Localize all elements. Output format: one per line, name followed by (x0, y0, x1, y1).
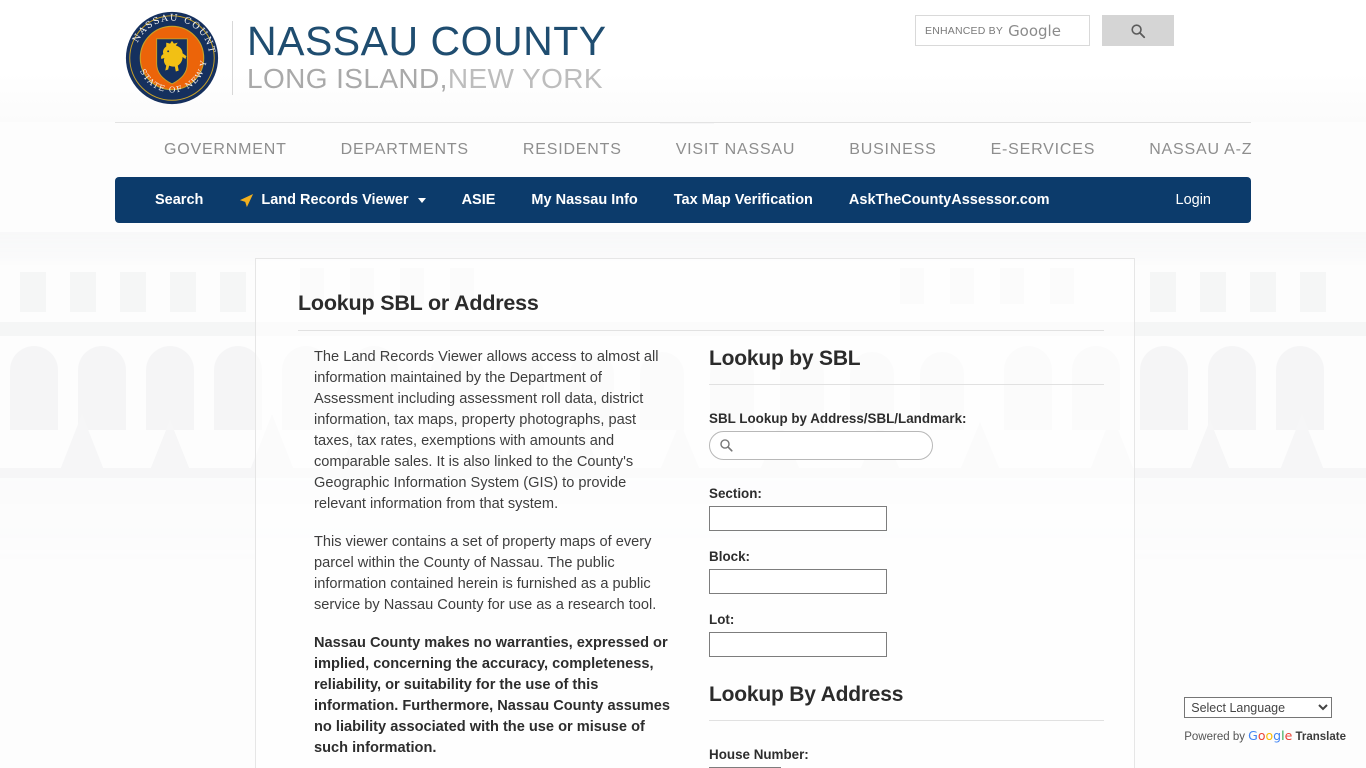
utility-item-search-label: Search (155, 192, 204, 208)
block-input[interactable] (709, 569, 888, 594)
sbl-lookup-searchbox[interactable] (709, 431, 934, 460)
utility-item-tax-map-verification[interactable]: Tax Map Verification (656, 192, 831, 208)
house-number-label: House Number: (709, 747, 809, 762)
site-subtitle: LONG ISLAND,NEW YORK (247, 63, 607, 95)
utility-item-asie[interactable]: ASIE (444, 192, 514, 208)
powered-by-google-translate: Powered by Google Translate (1184, 728, 1346, 743)
utility-item-land-records-viewer-label: Land Records Viewer (261, 192, 409, 208)
google-search-button[interactable] (1102, 15, 1174, 46)
search-icon (1131, 23, 1146, 38)
content-columns: The Land Records Viewer allows access to… (286, 347, 1104, 768)
utility-item-my-nassau-info-label: My Nassau Info (531, 192, 638, 208)
nav-item-nassau-a-z[interactable]: NASSAU A-Z (1122, 141, 1279, 159)
translate-label: Translate (1295, 731, 1347, 743)
utility-nav: Search Land Records Viewer ASIE My Nassa… (115, 177, 1251, 223)
utility-item-my-nassau-info[interactable]: My Nassau Info (513, 192, 655, 208)
lookup-by-sbl-heading: Lookup by SBL (709, 347, 861, 370)
info-paragraph-1: The Land Records Viewer allows access to… (314, 349, 659, 512)
lookup-column: Lookup by SBL SBL Lookup by Address/SBL/… (685, 347, 1104, 768)
nav-item-e-services[interactable]: E-SERVICES (964, 141, 1123, 159)
block-label: Block: (709, 549, 750, 564)
primary-nav: GOVERNMENT DEPARTMENTS RESIDENTS VISIT N… (115, 122, 1252, 177)
utility-item-tax-map-verification-label: Tax Map Verification (673, 192, 813, 208)
lookup-by-sbl-divider (709, 384, 1104, 385)
utility-item-search[interactable]: Search (137, 192, 221, 208)
sbl-lookup-label: SBL Lookup by Address/SBL/Landmark: (709, 411, 967, 426)
language-select[interactable]: Select Language (1184, 697, 1333, 718)
site-title: NASSAU COUNTY (247, 18, 607, 65)
site-subtitle-b: NEW YORK (447, 63, 604, 95)
google-wordmark-colored: Google (1248, 728, 1293, 743)
lot-label: Lot: (709, 612, 735, 627)
info-column: The Land Records Viewer allows access to… (286, 347, 685, 768)
nav-item-residents[interactable]: RESIDENTS (496, 141, 649, 159)
site-subtitle-a: LONG ISLAND, (247, 63, 448, 95)
sbl-lookup-input[interactable] (740, 437, 926, 454)
nav-item-government[interactable]: GOVERNMENT (137, 141, 314, 159)
lookup-by-address-heading: Lookup By Address (709, 683, 904, 706)
google-wordmark: Google (1008, 21, 1061, 40)
google-search-widget[interactable]: ENHANCED BY Google (915, 15, 1174, 46)
brand-divider (232, 21, 233, 95)
brand-text: NASSAU COUNTY LONG ISLAND,NEW YORK (247, 20, 607, 95)
info-paragraph-2: This viewer contains a set of property m… (314, 534, 657, 613)
google-enhanced-label: ENHANCED BY (925, 24, 1004, 37)
page-title: Lookup SBL or Address (298, 291, 539, 315)
utility-item-land-records-viewer[interactable]: Land Records Viewer (221, 192, 443, 208)
powered-by-label: Powered by (1184, 731, 1245, 743)
content-panel: Lookup SBL or Address The Land Records V… (255, 258, 1135, 768)
brand-block[interactable]: NASSAU COUNTY STATE OF NEW YORK NASSAU C… (124, 10, 607, 106)
google-search-input[interactable]: ENHANCED BY Google (915, 15, 1090, 46)
section-label: Section: (709, 486, 762, 501)
site-header: NASSAU COUNTY STATE OF NEW YORK NASSAU C… (0, 0, 1366, 122)
nav-item-business[interactable]: BUSINESS (822, 141, 963, 159)
page-root: NASSAU COUNTY STATE OF NEW YORK NASSAU C… (0, 0, 1366, 768)
utility-item-ask-the-county-assessor[interactable]: AskTheCountyAssessor.com (831, 192, 1068, 208)
section-input[interactable] (709, 506, 888, 531)
lookup-by-address-divider (709, 720, 1104, 721)
login-link[interactable]: Login (1158, 192, 1229, 208)
search-icon (720, 439, 733, 452)
lot-input[interactable] (709, 632, 888, 657)
nav-item-visit-nassau[interactable]: VISIT NASSAU (649, 141, 823, 159)
chevron-down-icon (417, 197, 426, 203)
nav-item-departments[interactable]: DEPARTMENTS (314, 141, 496, 159)
utility-item-ask-the-county-assessor-label: AskTheCountyAssessor.com (848, 192, 1050, 208)
page-title-divider (298, 330, 1104, 331)
google-translate-widget: Select Language Powered by Google Transl… (1184, 697, 1346, 743)
utility-item-asie-label: ASIE (461, 192, 496, 208)
nassau-county-seal-icon: NASSAU COUNTY STATE OF NEW YORK (124, 10, 219, 105)
disclaimer-paragraph: Nassau County makes no warranties, expre… (314, 635, 671, 756)
navigation-arrow-icon (240, 193, 254, 207)
